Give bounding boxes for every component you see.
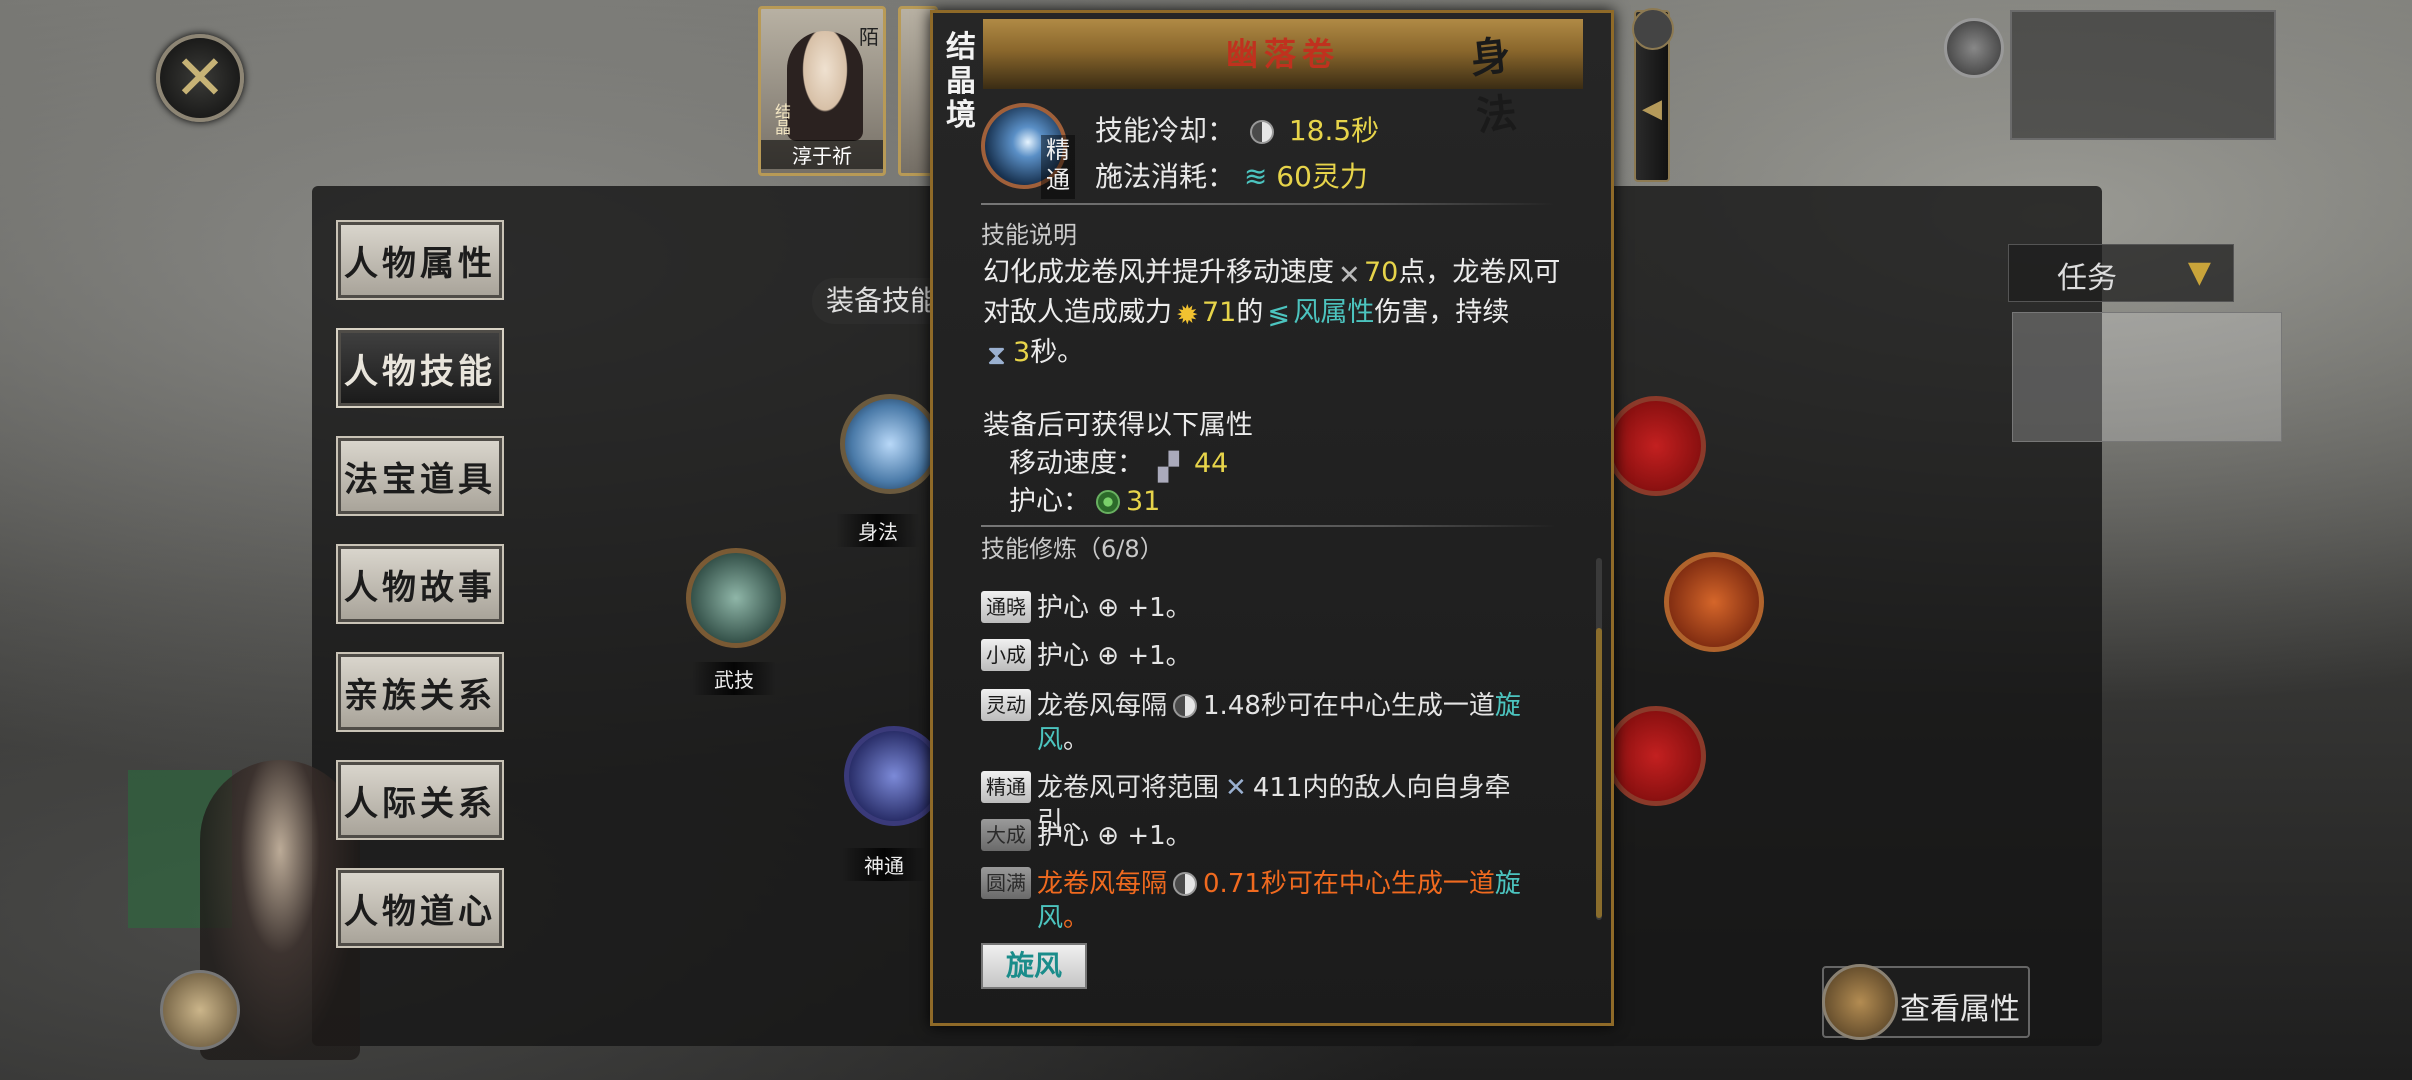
party-icon[interactable] [1632,8,1674,50]
skill-type: 身法 [1468,31,1519,141]
tooltip-header: 幽落卷 身法 [983,19,1583,140]
chevron-down-icon: ▼ [2187,255,2211,290]
skill-slot-body[interactable] [840,394,940,494]
move-speed-icon: ✕ [1338,260,1361,291]
skill-slot-divine[interactable] [844,726,944,826]
gain-guard: 护心： 31 [1009,479,1160,518]
skill-label-divine: 神通 [842,848,926,881]
whirlwind-tag-button[interactable]: 旋风 [981,943,1087,989]
desc-title: 技能说明 [981,221,1077,249]
training-text: 护心 ⊕ +1。 [1037,821,1192,851]
skill-tooltip: 幽落卷 身法 结晶境 精通 技能冷却： 18.5秒 施法消耗： ≋ 60灵力 技… [930,10,1614,1026]
cost-label: 施法消耗： [1095,160,1236,193]
collapse-tab[interactable]: ◀ [1632,8,1674,182]
level-tag: 灵动 [981,689,1031,721]
menu-item-items[interactable]: 法宝道具 [336,436,504,516]
level-tag: 圆满 [981,867,1031,899]
portrait-face [787,31,863,141]
level-tag: 精通 [981,771,1031,803]
cost-value: 60灵力 [1276,160,1368,193]
gain-value: 44 [1194,448,1229,479]
heart-guard-icon [1096,490,1120,514]
menu-item-relations[interactable]: 人际关系 [336,760,504,840]
desc-speed-value: 70 [1364,257,1399,288]
time-panel [2010,10,2276,140]
cooldown-label: 技能冷却： [1095,114,1236,147]
chevron-left-icon: ◀ [1642,94,1662,124]
desc-text: 的 [1236,297,1264,328]
gain-label: 移动速度： [1009,448,1144,479]
character-portrait[interactable]: 陌 结晶 淳于祈 [758,6,886,176]
portrait-realm-badge: 结晶 [772,103,791,135]
training-text: 龙卷风每隔 1.48秒可在中心生成一道旋风。 [1037,691,1521,755]
cost-row: 施法消耗： ≋ 60灵力 [1095,155,1368,195]
training-scrollbar[interactable] [1596,558,1602,920]
task-label: 任务 [2057,261,2117,296]
view-attributes-label: 查看属性 [1900,992,2020,1027]
gain-move-speed: 移动速度： ▞ 44 [1009,441,1229,483]
desc-power-value: 71 [1202,297,1237,328]
gain-value: 31 [1126,486,1161,517]
training-text: 护心 ⊕ +1。 [1037,641,1192,671]
desc-text: 秒。 [1030,337,1085,368]
task-dropdown[interactable]: 任务 ▼ [2008,244,2234,302]
divider [981,525,1555,527]
skill-label-body: 身法 [836,514,920,547]
menu-item-story[interactable]: 人物故事 [336,544,504,624]
level-tag: 通晓 [981,591,1031,623]
mastery-badge: 精通 [1041,135,1075,199]
clock-icon [1173,872,1198,896]
settings-icon[interactable] [1944,18,2004,78]
scrollbar-thumb[interactable] [1596,628,1602,918]
cooldown-value: 18.5秒 [1288,114,1380,147]
skill-slot-martial[interactable] [686,548,786,648]
menu-item-skills[interactable]: 人物技能 [336,328,504,408]
menu-item-attributes[interactable]: 人物属性 [336,220,504,300]
portrait-name: 淳于祈 [761,140,883,169]
train-title: 技能修炼（6/8） [981,535,1164,563]
level-tag: 小成 [981,639,1031,671]
desc-duration-value: 3 [1013,337,1031,368]
power-icon: ✹ [1176,300,1199,331]
training-text: 护心 ⊕ +1。 [1037,593,1192,623]
cooldown-row: 技能冷却： 18.5秒 [1095,109,1379,149]
player-avatar[interactable] [160,970,240,1050]
clock-icon [1249,120,1274,144]
portrait-tag: 陌 [859,25,879,49]
skill-slot-right-3[interactable] [1606,706,1706,806]
task-note [2012,312,2282,442]
gain-label: 护心： [1009,486,1090,517]
training-list[interactable]: 通晓 护心 ⊕ +1。 小成 护心 ⊕ +1。 灵动 龙卷风每隔 1.48秒可在中… [981,561,1551,933]
close-icon: ✕ [174,41,226,114]
level-tag: 大成 [981,819,1031,851]
character-avatar-icon [1822,964,1898,1040]
hourglass-icon: ⧗ [987,340,1006,371]
boot-icon: ▞ [1158,452,1179,483]
divider [981,203,1555,205]
realm-label: 结晶境 [946,30,976,133]
skill-slot-right-1[interactable] [1606,396,1706,496]
desc-text: 伤害，持续 [1374,297,1510,328]
view-attributes-button[interactable]: 查看属性 [1822,964,2030,1040]
menu-item-dao-heart[interactable]: 人物道心 [336,868,504,948]
gain-title: 装备后可获得以下属性 [983,410,1253,441]
spirit-icon: ≋ [1243,160,1268,193]
clock-icon [1173,694,1198,718]
skill-description: 幻化成龙卷风并提升移动速度 ✕ 70点，龙卷风可对敌人造成威力 ✹ 71的 ≶ 风属性伤害，… [983,253,1583,373]
skill-slot-right-2[interactable] [1664,552,1764,652]
range-icon: ✕ [1225,773,1247,803]
menu-item-family[interactable]: 亲族关系 [336,652,504,732]
skill-label-martial: 武技 [692,662,776,695]
desc-text: 幻化成龙卷风并提升移动速度 [983,257,1334,288]
desc-attribute: 风属性 [1293,297,1375,328]
wind-icon: ≶ [1267,300,1290,331]
close-button[interactable]: ✕ [156,34,244,122]
training-text: 龙卷风每隔 0.71秒可在中心生成一道旋风。 [1037,869,1521,933]
